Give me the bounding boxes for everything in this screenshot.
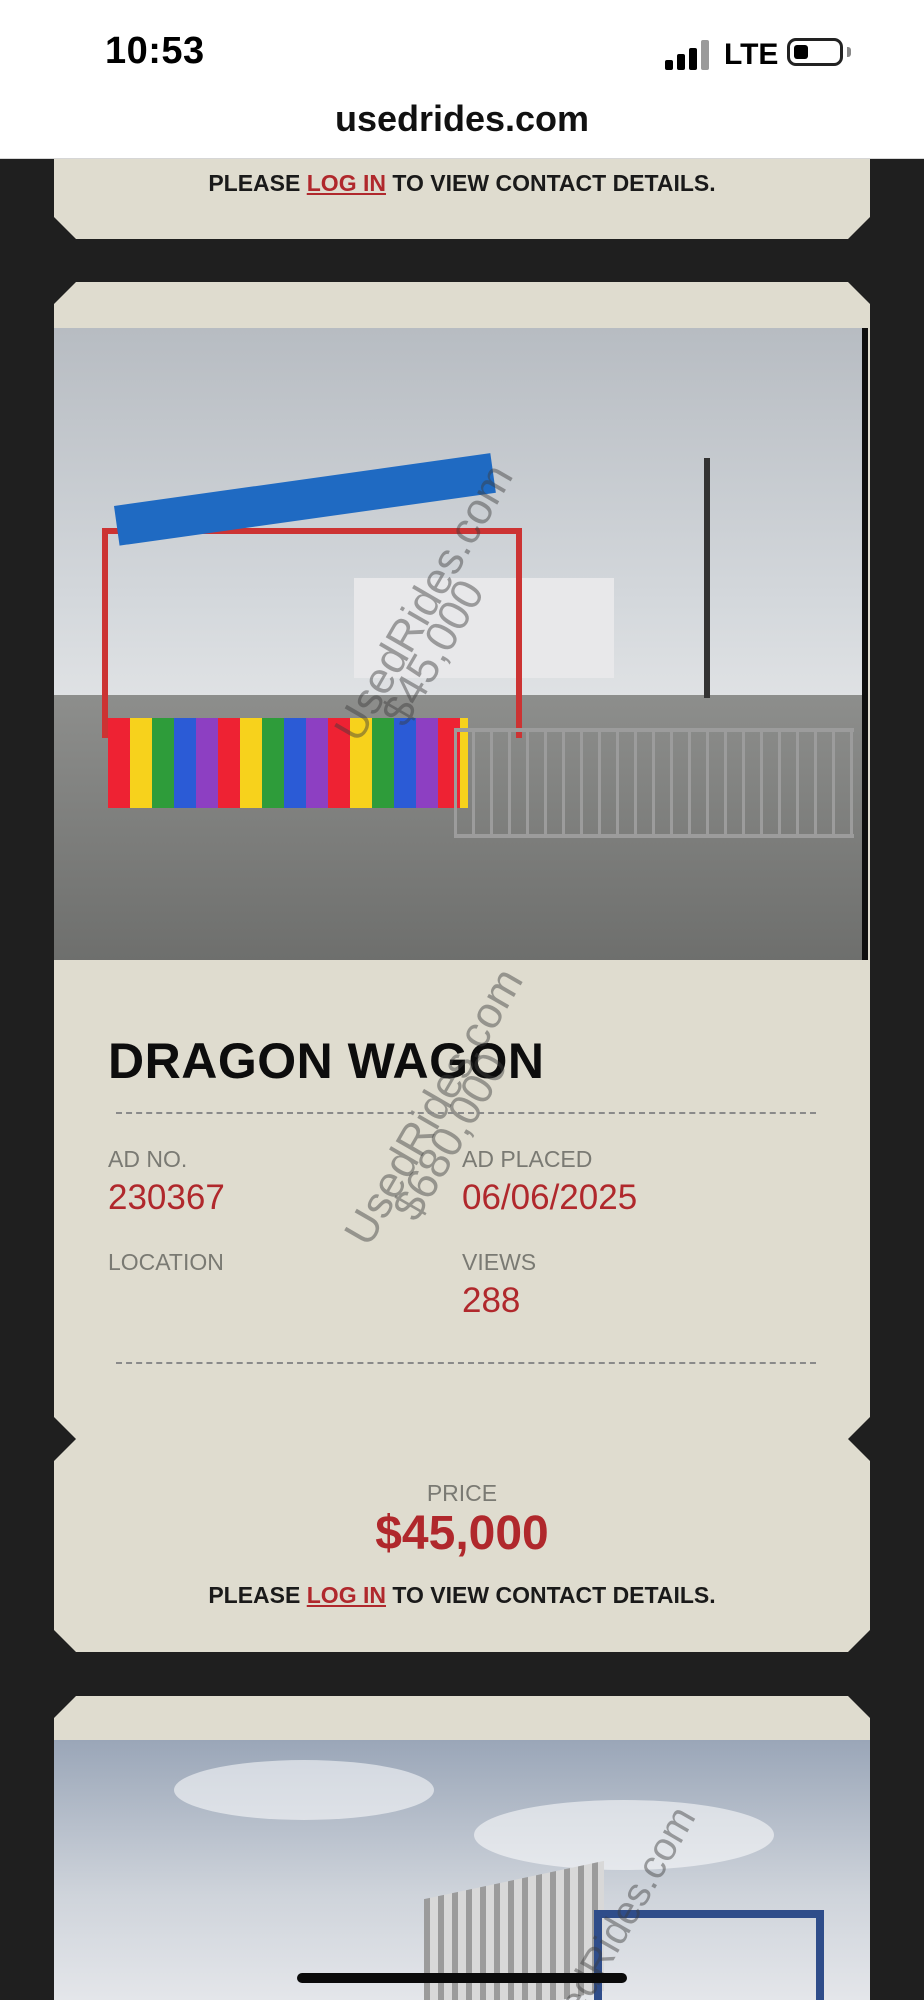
contact-notice: PLEASE LOG IN TO VIEW CONTACT DETAILS. — [208, 1582, 716, 1608]
login-link[interactable]: LOG IN — [307, 170, 386, 196]
url-text[interactable]: usedrides.com — [0, 98, 924, 140]
ad-no-value: 230367 — [108, 1178, 225, 1217]
home-indicator[interactable] — [297, 1973, 627, 1983]
listing-card-previous-footer: PLEASE LOG IN TO VIEW CONTACT DETAILS. — [54, 159, 870, 239]
address-bar[interactable]: usedrides.com — [0, 86, 924, 159]
price-value: $45,000 — [375, 1507, 549, 1560]
divider — [116, 1362, 816, 1364]
divider — [116, 1112, 816, 1114]
listing-photo[interactable]: UsedRides.com $45,000 — [54, 328, 862, 960]
signal-icon — [665, 40, 713, 70]
photo-cloud — [174, 1760, 434, 1820]
listing-photo[interactable]: UsedRides.com — [54, 1740, 870, 2000]
views-value: 288 — [462, 1281, 521, 1320]
photo-pole — [704, 458, 710, 698]
ad-placed-value: 06/06/2025 — [462, 1178, 638, 1217]
listing-card[interactable]: UsedRides.com $45,000 DRAGON WAGON UsedR… — [54, 282, 870, 1652]
price-label: PRICE — [426, 1480, 498, 1506]
status-time: 10:53 — [105, 30, 205, 72]
listing-card-next[interactable]: UsedRides.com — [54, 1696, 870, 2000]
ad-no-label: AD NO. — [108, 1146, 188, 1172]
contact-notice: PLEASE LOG IN TO VIEW CONTACT DETAILS. — [208, 170, 716, 196]
photo-cloud — [474, 1800, 774, 1870]
battery-cap — [847, 47, 851, 57]
login-link[interactable]: LOG IN — [307, 1582, 386, 1608]
ad-placed-label: AD PLACED — [462, 1146, 593, 1172]
photo-edge — [862, 328, 868, 960]
battery-icon — [787, 38, 843, 66]
network-label: LTE — [724, 38, 779, 71]
photo-fence — [454, 728, 854, 838]
views-label: VIEWS — [462, 1249, 537, 1275]
location-label: LOCATION — [108, 1249, 224, 1275]
